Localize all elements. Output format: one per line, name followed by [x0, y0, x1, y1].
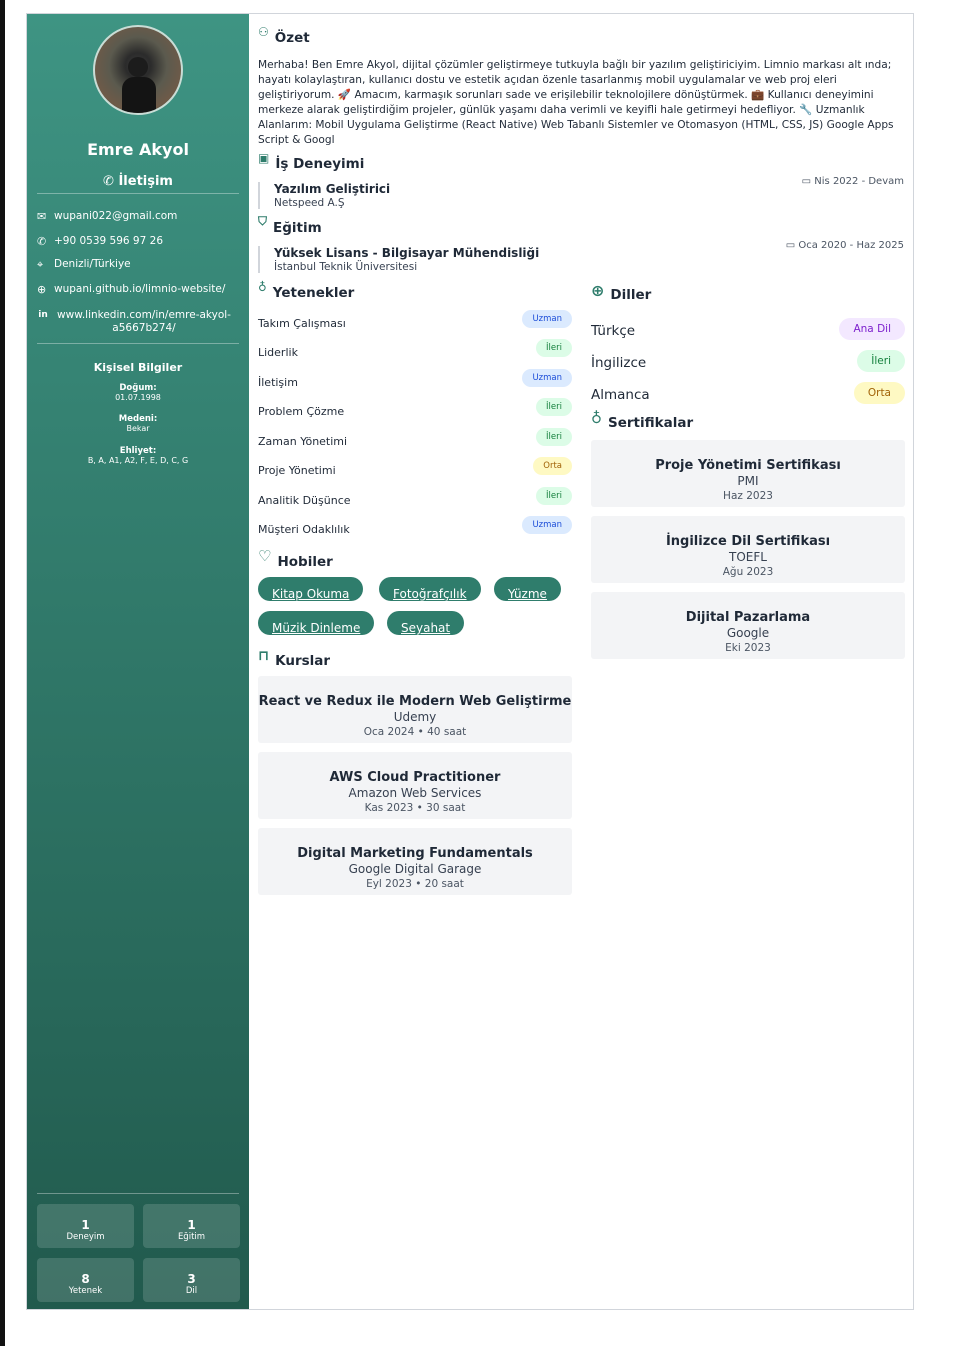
courses-title: ⊓ Kurslar — [258, 648, 331, 669]
skill-row: Proje Yönetimi Orta — [258, 457, 572, 481]
hobby-tag[interactable]: Müzik Dinleme — [258, 611, 375, 635]
window-edge — [0, 0, 5, 1346]
level-badge: İleri — [536, 339, 572, 357]
hobby-tag[interactable]: Seyahat — [387, 611, 465, 635]
education-entry: Yüksek Lisans - Bilgisayar Mühendisliği … — [258, 240, 906, 273]
certificates-title: ♁ Sertifikalar — [591, 409, 694, 431]
calendar-icon: ▭ — [801, 176, 812, 187]
skill-row: Takım Çalışması Uzman — [258, 310, 572, 334]
summary-title: ⚇ Özet — [258, 25, 310, 46]
marital-info: Medeni: Bekar — [118, 414, 158, 433]
cv-page: Emre Akyol ✆ İletişim ✉ wupani022@gmail.… — [26, 13, 914, 1310]
hobbies-title: ♡ Hobiler — [258, 547, 333, 570]
level-badge: Ana Dil — [839, 318, 905, 340]
briefcase-icon: ▣ — [258, 151, 270, 165]
contact-email[interactable]: ✉ wupani022@gmail.com — [37, 210, 242, 223]
phone-icon: ✆ — [103, 174, 114, 189]
globe-icon: ⊕ — [591, 281, 605, 300]
stat-education: 1 Eğitim — [143, 1204, 240, 1248]
divider — [37, 343, 239, 344]
stat-skills: 8 Yetenek — [37, 1258, 134, 1302]
course-card: Digital Marketing Fundamentals Google Di… — [258, 828, 572, 895]
experience-title: ▣ İş Deneyimi — [258, 151, 365, 172]
skill-row: Zaman Yönetimi İleri — [258, 428, 572, 452]
level-badge: Uzman — [522, 516, 572, 534]
experience-entry: Yazılım Geliştirici Netspeed A.Ş ▭ Nis 2… — [258, 176, 906, 209]
certificate-card: Dijital Pazarlama Google Eki 2023 — [591, 592, 905, 659]
personal-info-title: Kişisel Bilgiler — [93, 361, 183, 374]
award-icon: ♁ — [591, 409, 602, 427]
globe-icon: ⊕ — [37, 283, 47, 296]
level-badge: İleri — [536, 487, 572, 505]
contact-title: ✆ İletişim — [103, 174, 173, 189]
award-icon: ♁ — [258, 280, 267, 294]
course-card: AWS Cloud Practitioner Amazon Web Servic… — [258, 752, 572, 819]
contact-phone[interactable]: ✆ +90 0539 596 97 26 — [37, 235, 242, 248]
summary-text: Merhaba! Ben Emre Akyol, dijital çözümle… — [258, 59, 894, 146]
languages-title: ⊕ Diller — [591, 281, 652, 303]
education-title: ⛉ Eğitim — [258, 214, 322, 236]
hobby-tag[interactable]: Kitap Okuma — [258, 577, 364, 601]
job-date: ▭ Nis 2022 - Devam — [801, 176, 904, 187]
skill-row: İletişim Uzman — [258, 369, 572, 393]
school: İstanbul Teknik Üniversitesi — [274, 261, 418, 273]
level-badge: İleri — [536, 428, 572, 446]
stat-languages: 3 Dil — [143, 1258, 240, 1302]
license-info: Ehliyet: B, A, A1, A2, F, E, D, C, G — [87, 446, 189, 465]
linkedin-icon: in — [38, 310, 48, 320]
skill-row: Müşteri Odaklılık Uzman — [258, 516, 572, 540]
graduation-cap-icon: ⛉ — [258, 214, 268, 228]
skill-row: Analitik Düşünce İleri — [258, 487, 572, 511]
calendar-icon: ▭ — [785, 240, 796, 251]
contact-website[interactable]: ⊕ wupani.github.io/limnio-website/ — [37, 283, 242, 296]
skill-row: Problem Çözme İleri — [258, 398, 572, 422]
sidebar: Emre Akyol ✆ İletişim ✉ wupani022@gmail.… — [27, 14, 249, 1309]
level-badge: Orta — [533, 457, 572, 475]
skill-row: Liderlik İleri — [258, 339, 572, 363]
level-badge: İleri — [536, 398, 572, 416]
skills-title: ♁ Yetenekler — [258, 280, 355, 301]
level-badge: Uzman — [522, 310, 572, 328]
book-icon: ⊓ — [258, 648, 270, 664]
map-pin-icon: ⌖ — [37, 258, 44, 271]
language-row: Türkçe Ana Dil — [591, 318, 905, 342]
certificate-card: Proje Yönetimi Sertifikası PMI Haz 2023 — [591, 440, 905, 507]
mail-icon: ✉ — [37, 210, 47, 223]
language-row: İngilizce İleri — [591, 350, 905, 374]
contact-location: ⌖ Denizli/Türkiye — [37, 258, 131, 271]
hobby-tag[interactable]: Yüzme — [494, 577, 561, 601]
profile-name: Emre Akyol — [87, 140, 189, 159]
contact-linkedin[interactable]: in www.linkedin.com/in/emre-akyol-a5667b… — [37, 309, 242, 335]
certificate-card: İngilizce Dil Sertifikası TOEFL Ağu 2023 — [591, 516, 905, 583]
phone-icon: ✆ — [37, 235, 47, 248]
level-badge: Orta — [853, 382, 905, 404]
divider — [37, 1193, 239, 1194]
divider — [37, 193, 239, 194]
hobby-tag[interactable]: Fotoğrafçılık — [379, 577, 481, 601]
education-date: ▭ Oca 2020 - Haz 2025 — [785, 240, 904, 251]
level-badge: Uzman — [522, 369, 572, 387]
job-company: Netspeed A.Ş — [274, 197, 345, 209]
level-badge: İleri — [857, 350, 905, 372]
course-card: React ve Redux ile Modern Web Geliştirme… — [258, 676, 572, 743]
stat-experience: 1 Deneyim — [37, 1204, 134, 1248]
heart-icon: ♡ — [258, 547, 272, 565]
birth-info: Doğum: 01.07.1998 — [115, 383, 161, 402]
language-row: Almanca Orta — [591, 382, 905, 406]
user-icon: ⚇ — [258, 25, 269, 39]
avatar — [93, 25, 183, 115]
